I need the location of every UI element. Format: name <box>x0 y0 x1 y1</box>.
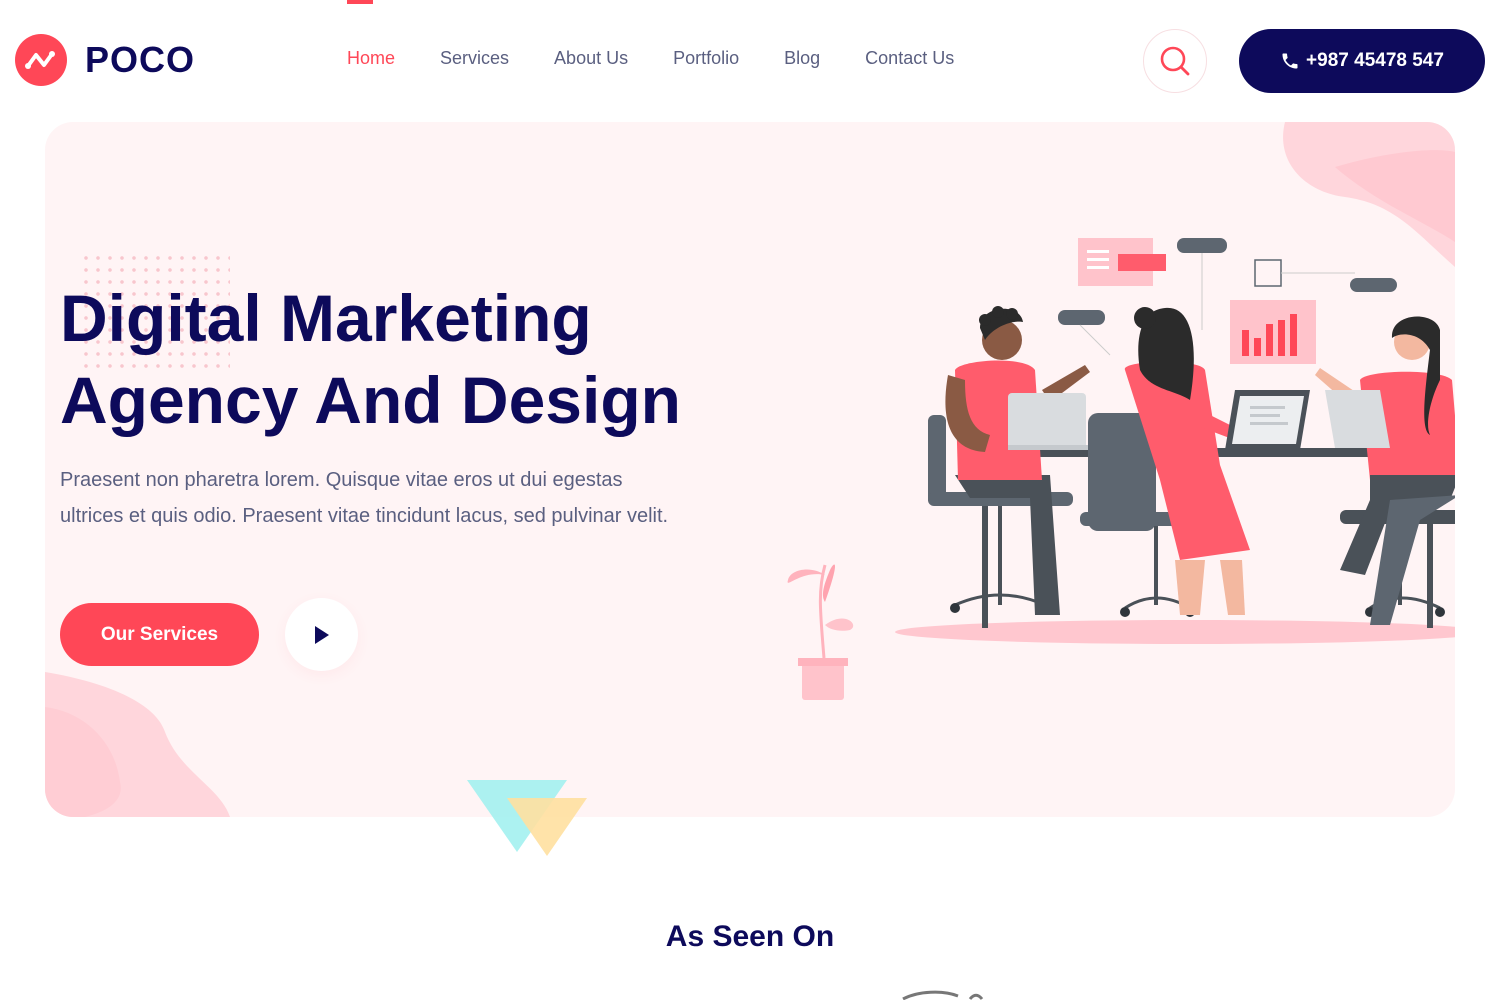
phone-number: +987 45478 547 <box>1306 50 1444 71</box>
nav-active-indicator <box>347 0 373 4</box>
brand-logo[interactable]: POCO <box>15 34 195 86</box>
decorative-blob-bottom-left <box>45 672 230 817</box>
floating-ui-cards <box>1058 238 1397 364</box>
play-icon <box>314 625 329 644</box>
nav-item-about-us[interactable]: About Us <box>554 48 628 69</box>
nav-item-home[interactable]: Home <box>347 48 395 69</box>
search-button[interactable] <box>1143 29 1207 93</box>
team-meeting-illustration <box>787 238 1455 700</box>
hero-section: Digital Marketing Agency And Design Prae… <box>45 122 1455 817</box>
search-icon <box>1160 46 1190 76</box>
our-services-button[interactable]: Our Services <box>60 603 259 666</box>
nav-item-blog[interactable]: Blog <box>784 48 820 69</box>
phone-icon <box>1282 53 1298 69</box>
brand-name: POCO <box>85 39 196 80</box>
hero-title-line-1: Digital Marketing <box>60 281 592 355</box>
nav-item-contact-us[interactable]: Contact Us <box>865 48 954 69</box>
logo-icon <box>15 34 67 86</box>
decorative-triangles <box>467 780 587 856</box>
as-seen-on-heading: As Seen On <box>665 920 835 953</box>
main-nav: Home Services About Us Portfolio Blog Co… <box>347 48 999 69</box>
nav-item-portfolio[interactable]: Portfolio <box>673 48 739 69</box>
nav-item-services[interactable]: Services <box>440 48 509 69</box>
hero-title: Digital Marketing Agency And Design <box>60 277 780 441</box>
partner-logo-partial <box>902 990 984 1000</box>
person-man-illustration <box>928 306 1098 615</box>
play-video-button[interactable] <box>285 598 358 671</box>
hero-title-line-2: Agency And Design <box>60 363 681 437</box>
plant-illustration <box>787 564 854 700</box>
person-woman-right-illustration <box>1315 316 1455 625</box>
phone-button[interactable]: +987 45478 547 <box>1239 29 1485 93</box>
hero-description: Praesent non pharetra lorem. Quisque vit… <box>60 469 669 527</box>
